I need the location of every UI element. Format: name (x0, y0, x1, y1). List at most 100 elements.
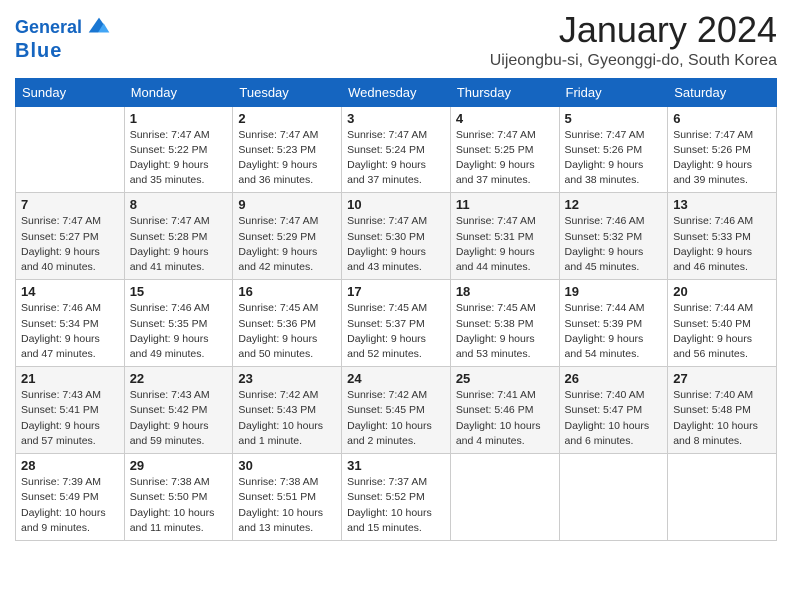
day-number: 9 (238, 197, 336, 212)
day-number: 5 (565, 111, 663, 126)
weekday-header-row: SundayMondayTuesdayWednesdayThursdayFrid… (16, 78, 777, 106)
day-info: Sunrise: 7:43 AMSunset: 5:42 PMDaylight:… (130, 388, 228, 449)
day-info: Sunrise: 7:46 AMSunset: 5:33 PMDaylight:… (673, 214, 771, 275)
calendar-week-row: 7 Sunrise: 7:47 AMSunset: 5:27 PMDaylight… (16, 193, 777, 280)
day-number: 26 (565, 371, 663, 386)
calendar-week-row: 14 Sunrise: 7:46 AMSunset: 5:34 PMDayligh… (16, 280, 777, 367)
day-info: Sunrise: 7:47 AMSunset: 5:23 PMDaylight:… (238, 128, 336, 189)
day-info: Sunrise: 7:42 AMSunset: 5:45 PMDaylight:… (347, 388, 445, 449)
month-title: January 2024 (490, 10, 777, 50)
calendar-cell: 21Sunrise: 7:43 AMSunset: 5:41 PMDayligh… (16, 367, 125, 454)
calendar-cell (450, 454, 559, 541)
calendar-cell: 19Sunrise: 7:44 AMSunset: 5:39 PMDayligh… (559, 280, 668, 367)
day-info: Sunrise: 7:45 AMSunset: 5:38 PMDaylight:… (456, 301, 554, 362)
day-number: 14 (21, 284, 119, 299)
calendar-cell: 2 Sunrise: 7:47 AMSunset: 5:23 PMDaylight… (233, 106, 342, 193)
calendar-week-row: 28 Sunrise: 7:39 AMSunset: 5:49 PMDayligh… (16, 454, 777, 541)
day-number: 6 (673, 111, 771, 126)
day-info: Sunrise: 7:41 AMSunset: 5:46 PMDaylight:… (456, 388, 554, 449)
day-info: Sunrise: 7:43 AMSunset: 5:41 PMDaylight:… (21, 388, 119, 449)
page-header: General Blue January 2024 Uijeongbu-si, … (15, 10, 777, 70)
day-info: Sunrise: 7:46 AMSunset: 5:34 PMDaylight:… (21, 301, 119, 362)
calendar-table: SundayMondayTuesdayWednesdayThursdayFrid… (15, 78, 777, 541)
title-section: January 2024 Uijeongbu-si, Gyeonggi-do, … (490, 10, 777, 70)
calendar-cell: 18 Sunrise: 7:45 AMSunset: 5:38 PMDayligh… (450, 280, 559, 367)
calendar-cell: 27Sunrise: 7:40 AMSunset: 5:48 PMDayligh… (668, 367, 777, 454)
calendar-cell: 11 Sunrise: 7:47 AMSunset: 5:31 PMDayligh… (450, 193, 559, 280)
day-info: Sunrise: 7:38 AMSunset: 5:50 PMDaylight:… (130, 475, 228, 536)
day-number: 2 (238, 111, 336, 126)
calendar-cell: 3Sunrise: 7:47 AMSunset: 5:24 PMDaylight… (342, 106, 451, 193)
day-info: Sunrise: 7:47 AMSunset: 5:29 PMDaylight:… (238, 214, 336, 275)
weekday-header-friday: Friday (559, 78, 668, 106)
calendar-cell (668, 454, 777, 541)
day-number: 29 (130, 458, 228, 473)
day-number: 13 (673, 197, 771, 212)
calendar-cell: 23 Sunrise: 7:42 AMSunset: 5:43 PMDayligh… (233, 367, 342, 454)
day-number: 16 (238, 284, 336, 299)
day-info: Sunrise: 7:39 AMSunset: 5:49 PMDaylight:… (21, 475, 119, 536)
day-number: 1 (130, 111, 228, 126)
day-info: Sunrise: 7:38 AMSunset: 5:51 PMDaylight:… (238, 475, 336, 536)
day-info: Sunrise: 7:47 AMSunset: 5:27 PMDaylight:… (21, 214, 119, 275)
calendar-cell: 9 Sunrise: 7:47 AMSunset: 5:29 PMDaylight… (233, 193, 342, 280)
day-number: 11 (456, 197, 554, 212)
calendar-cell (16, 106, 125, 193)
calendar-week-row: 21Sunrise: 7:43 AMSunset: 5:41 PMDayligh… (16, 367, 777, 454)
weekday-header-monday: Monday (124, 78, 233, 106)
day-number: 23 (238, 371, 336, 386)
day-number: 10 (347, 197, 445, 212)
day-number: 25 (456, 371, 554, 386)
day-info: Sunrise: 7:47 AMSunset: 5:30 PMDaylight:… (347, 214, 445, 275)
calendar-cell: 15 Sunrise: 7:46 AMSunset: 5:35 PMDayligh… (124, 280, 233, 367)
day-info: Sunrise: 7:42 AMSunset: 5:43 PMDaylight:… (238, 388, 336, 449)
day-number: 28 (21, 458, 119, 473)
day-info: Sunrise: 7:45 AMSunset: 5:36 PMDaylight:… (238, 301, 336, 362)
calendar-cell: 4Sunrise: 7:47 AMSunset: 5:25 PMDaylight… (450, 106, 559, 193)
day-number: 24 (347, 371, 445, 386)
weekday-header-sunday: Sunday (16, 78, 125, 106)
calendar-cell: 6 Sunrise: 7:47 AMSunset: 5:26 PMDaylight… (668, 106, 777, 193)
calendar-cell: 10 Sunrise: 7:47 AMSunset: 5:30 PMDayligh… (342, 193, 451, 280)
calendar-cell: 29 Sunrise: 7:38 AMSunset: 5:50 PMDayligh… (124, 454, 233, 541)
day-number: 20 (673, 284, 771, 299)
day-number: 30 (238, 458, 336, 473)
calendar-cell: 12Sunrise: 7:46 AMSunset: 5:32 PMDayligh… (559, 193, 668, 280)
calendar-cell: 30 Sunrise: 7:38 AMSunset: 5:51 PMDayligh… (233, 454, 342, 541)
weekday-header-wednesday: Wednesday (342, 78, 451, 106)
calendar-cell: 25 Sunrise: 7:41 AMSunset: 5:46 PMDayligh… (450, 367, 559, 454)
calendar-cell: 16 Sunrise: 7:45 AMSunset: 5:36 PMDayligh… (233, 280, 342, 367)
day-info: Sunrise: 7:47 AMSunset: 5:28 PMDaylight:… (130, 214, 228, 275)
weekday-header-tuesday: Tuesday (233, 78, 342, 106)
calendar-cell: 8 Sunrise: 7:47 AMSunset: 5:28 PMDaylight… (124, 193, 233, 280)
day-number: 17 (347, 284, 445, 299)
day-number: 31 (347, 458, 445, 473)
day-info: Sunrise: 7:45 AMSunset: 5:37 PMDaylight:… (347, 301, 445, 362)
logo: General Blue (15, 16, 113, 62)
day-number: 18 (456, 284, 554, 299)
day-number: 15 (130, 284, 228, 299)
calendar-cell: 22Sunrise: 7:43 AMSunset: 5:42 PMDayligh… (124, 367, 233, 454)
calendar-cell: 28 Sunrise: 7:39 AMSunset: 5:49 PMDayligh… (16, 454, 125, 541)
day-number: 12 (565, 197, 663, 212)
day-number: 7 (21, 197, 119, 212)
logo-icon (85, 12, 113, 40)
day-info: Sunrise: 7:47 AMSunset: 5:31 PMDaylight:… (456, 214, 554, 275)
logo-text-general: General (15, 18, 82, 38)
day-info: Sunrise: 7:40 AMSunset: 5:47 PMDaylight:… (565, 388, 663, 449)
calendar-cell: 14 Sunrise: 7:46 AMSunset: 5:34 PMDayligh… (16, 280, 125, 367)
day-number: 8 (130, 197, 228, 212)
calendar-cell: 17 Sunrise: 7:45 AMSunset: 5:37 PMDayligh… (342, 280, 451, 367)
day-info: Sunrise: 7:44 AMSunset: 5:39 PMDaylight:… (565, 301, 663, 362)
day-info: Sunrise: 7:47 AMSunset: 5:26 PMDaylight:… (565, 128, 663, 189)
logo-text-blue: Blue (15, 40, 62, 62)
day-info: Sunrise: 7:47 AMSunset: 5:22 PMDaylight:… (130, 128, 228, 189)
day-info: Sunrise: 7:47 AMSunset: 5:25 PMDaylight:… (456, 128, 554, 189)
day-info: Sunrise: 7:46 AMSunset: 5:35 PMDaylight:… (130, 301, 228, 362)
day-info: Sunrise: 7:37 AMSunset: 5:52 PMDaylight:… (347, 475, 445, 536)
day-info: Sunrise: 7:47 AMSunset: 5:26 PMDaylight:… (673, 128, 771, 189)
day-info: Sunrise: 7:47 AMSunset: 5:24 PMDaylight:… (347, 128, 445, 189)
day-info: Sunrise: 7:44 AMSunset: 5:40 PMDaylight:… (673, 301, 771, 362)
weekday-header-thursday: Thursday (450, 78, 559, 106)
calendar-cell (559, 454, 668, 541)
